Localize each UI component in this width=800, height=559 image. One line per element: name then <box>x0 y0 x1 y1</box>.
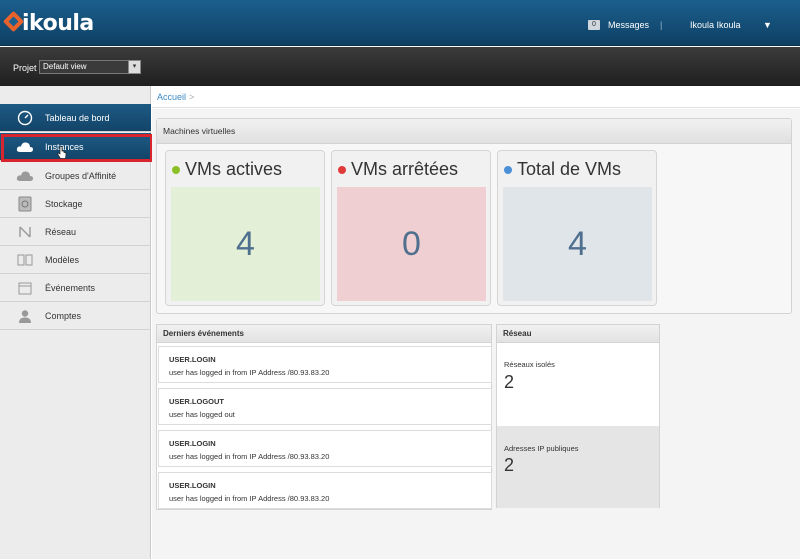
event-type: USER.LOGIN <box>169 481 216 490</box>
event-description: user has logged in from IP Address /80.9… <box>169 368 330 377</box>
affinity-cloud-icon <box>16 168 34 184</box>
sidebar-item-label: Modèles <box>45 254 80 265</box>
project-select[interactable]: Default view <box>39 60 141 74</box>
sidebar-item-events[interactable]: Événements <box>0 274 151 302</box>
templates-icon <box>16 252 34 268</box>
vm-card-total[interactable]: Total de VMs 4 <box>497 150 657 306</box>
vm-card-count: 4 <box>503 187 652 301</box>
sidebar-item-network[interactable]: Réseau <box>0 218 151 246</box>
sidebar-item-label: Tableau de bord <box>45 112 110 123</box>
breadcrumb: Accueil > <box>152 86 800 108</box>
public-ip-value: 2 <box>504 455 515 475</box>
network-panel-title: Réseau <box>497 325 659 343</box>
status-dot-red-icon <box>338 166 346 174</box>
network-panel: Réseau Réseaux isolés 2 Adresses IP publ… <box>496 324 660 508</box>
breadcrumb-home-link[interactable]: Accueil <box>157 92 186 102</box>
event-item[interactable]: USER.LOGIN user has logged in from IP Ad… <box>158 472 492 509</box>
isolated-networks-section[interactable]: Réseaux isolés 2 <box>497 343 659 426</box>
public-ip-section[interactable]: Adresses IP publiques 2 <box>497 426 659 508</box>
event-type: USER.LOGIN <box>169 355 216 364</box>
messages-count-badge[interactable]: 0 <box>588 20 600 30</box>
user-menu-caret-icon[interactable]: ▼ <box>763 20 772 30</box>
brand-name: ikoula <box>22 10 94 36</box>
header-separator: | <box>660 20 663 30</box>
events-panel-title: Derniers événements <box>157 325 491 343</box>
sidebar-item-label: Groupes d'Affinité <box>45 170 117 181</box>
vm-panel-title: Machines virtuelles <box>157 119 791 144</box>
isolated-networks-label: Réseaux isolés <box>504 360 555 369</box>
network-icon <box>16 224 34 240</box>
vm-card-count: 4 <box>171 187 320 301</box>
event-description: user has logged out <box>169 410 235 419</box>
isolated-networks-value: 2 <box>504 372 515 392</box>
public-ip-label: Adresses IP publiques <box>504 444 579 453</box>
sidebar-item-templates[interactable]: Modèles <box>0 246 151 274</box>
vm-card-name: Total de VMs <box>517 159 622 179</box>
vm-card-name: VMs arrêtées <box>351 159 459 179</box>
event-item[interactable]: USER.LOGOUT user has logged out <box>158 388 492 425</box>
project-bar: Projet Default view ▾ <box>0 47 800 86</box>
status-dot-green-icon <box>172 166 180 174</box>
sidebar-item-label: Stockage <box>45 198 83 209</box>
user-menu[interactable]: Ikoula Ikoula <box>690 20 741 30</box>
ikoula-logo[interactable]: ikoula <box>2 9 94 37</box>
storage-disk-icon <box>16 196 34 212</box>
vm-card-active[interactable]: VMs actives 4 <box>165 150 325 306</box>
event-type: USER.LOGIN <box>169 439 216 448</box>
logo-mark-icon <box>2 10 26 34</box>
sidebar-item-affinity-groups[interactable]: Groupes d'Affinité <box>0 162 151 190</box>
sidebar-item-label: Événements <box>45 282 96 293</box>
sidebar-item-label: Réseau <box>45 226 77 237</box>
event-item[interactable]: USER.LOGIN user has logged in from IP Ad… <box>158 346 492 383</box>
project-label: Projet <box>13 63 37 73</box>
status-dot-blue-icon <box>504 166 512 174</box>
hand-cursor-icon <box>57 146 67 159</box>
latest-events-panel: Derniers événements USER.LOGIN user has … <box>156 324 492 510</box>
event-type: USER.LOGOUT <box>169 397 225 406</box>
user-icon <box>16 308 34 324</box>
sidebar-item-storage[interactable]: Stockage <box>0 190 151 218</box>
instances-highlight <box>1 134 153 162</box>
sidebar-item-dashboard[interactable]: Tableau de bord <box>0 104 151 132</box>
event-item[interactable]: USER.LOGIN user has logged in from IP Ad… <box>158 430 492 467</box>
project-select-caret-icon[interactable]: ▾ <box>128 60 141 74</box>
dashboard-gauge-icon <box>16 110 34 126</box>
vm-card-count: 0 <box>337 187 486 301</box>
breadcrumb-separator: > <box>189 92 195 102</box>
sidebar-item-label: Comptes <box>45 310 82 321</box>
vm-card-name: VMs actives <box>185 159 283 179</box>
messages-link[interactable]: Messages <box>608 20 649 30</box>
top-header: ikoula 0 Messages | Ikoula Ikoula ▼ <box>0 0 800 46</box>
vm-card-stopped[interactable]: VMs arrêtées 0 <box>331 150 491 306</box>
calendar-icon <box>16 280 34 296</box>
sidebar-item-accounts[interactable]: Comptes <box>0 302 151 330</box>
event-description: user has logged in from IP Address /80.9… <box>169 494 330 503</box>
event-description: user has logged in from IP Address /80.9… <box>169 452 330 461</box>
